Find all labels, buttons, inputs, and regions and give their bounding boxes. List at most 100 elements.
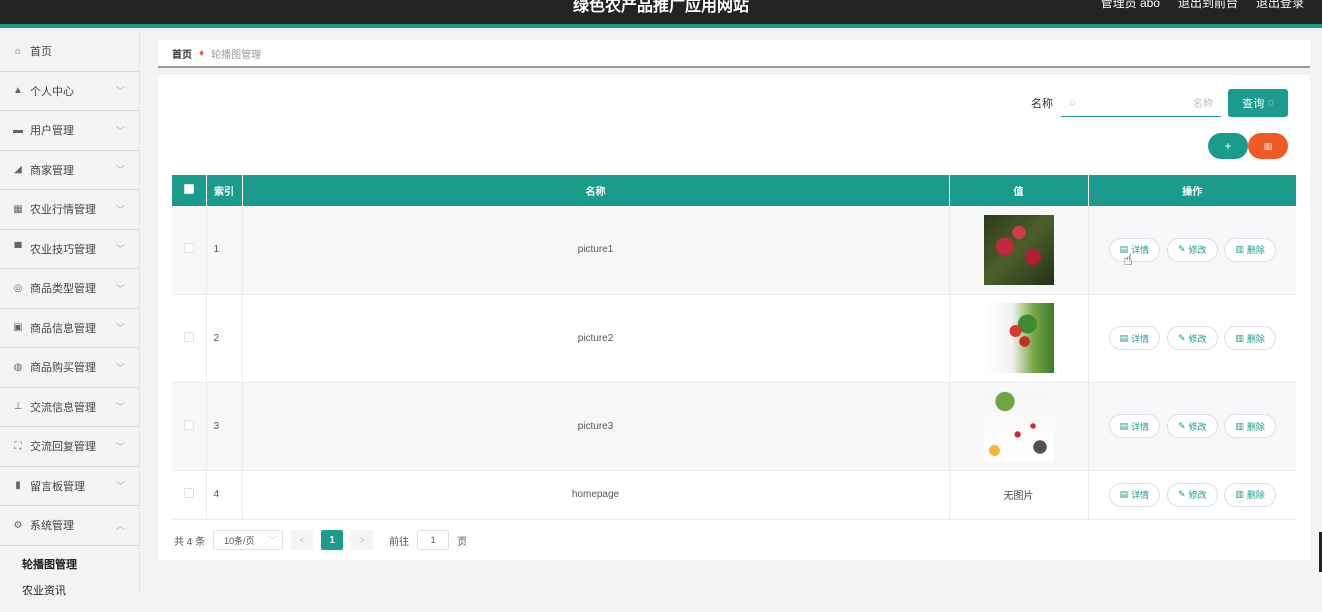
detail-button[interactable]: ▤ 详情	[1108, 482, 1161, 507]
main-content: 首页 ♦ 轮播图管理 名称 ○ 名称 查询 ◌ + ▥ 索引 名称 值 操作 1…	[158, 40, 1310, 560]
breadcrumb-current: 轮播图管理	[211, 49, 262, 61]
delete-button[interactable]: ▥ 删除	[1224, 482, 1276, 507]
breadcrumb: 首页 ♦ 轮播图管理	[158, 40, 1310, 68]
sidebar-item-exchange-info[interactable]: ⊥ 交流信息管理 ﹀	[0, 388, 139, 427]
search-input[interactable]: ○ 名称	[1061, 89, 1221, 117]
chevron-down-icon: ﹀	[115, 204, 125, 215]
edit-button[interactable]: ✎ 修改	[1166, 326, 1218, 350]
row-name: homepage	[242, 470, 950, 520]
trash-icon: ▥	[1263, 140, 1273, 151]
add-button[interactable]: +	[1208, 133, 1248, 159]
chevron-down-icon: ﹀	[115, 125, 125, 136]
raspberry-image	[983, 214, 1054, 285]
sidebar-item-purchases[interactable]: ◍ 商品购买管理 ﹀	[0, 348, 139, 388]
col-value: 值	[949, 175, 1089, 206]
col-index: 索引	[206, 175, 243, 206]
plus-icon: +	[1224, 139, 1232, 153]
logout-link[interactable]: 退出登录	[1256, 0, 1304, 11]
document-icon: ▤	[1119, 332, 1129, 343]
search-label: 名称	[1031, 98, 1053, 110]
sidebar-item-product-types[interactable]: ◎ 商品类型管理 ﹀	[0, 269, 139, 309]
edit-button[interactable]: ✎ 修改	[1166, 482, 1218, 507]
sidebar-item-label: 商品信息管理	[30, 322, 96, 335]
chevron-down-icon: ﹀	[115, 244, 125, 255]
page-size-select[interactable]: 10条/页 ﹀	[213, 530, 284, 550]
table-header-row: 索引 名称 值 操作	[172, 175, 1296, 206]
document-icon: ▤	[1119, 420, 1129, 431]
table-row: 4 homepage 无图片 ▤ 详情 ✎ 修改 ▥ 删除	[172, 470, 1296, 520]
monitor-icon: ▀	[14, 243, 22, 255]
row-checkbox[interactable]	[183, 243, 194, 254]
row-checkbox[interactable]	[183, 419, 194, 430]
sidebar-item-exchange-replies[interactable]: ⛶ 交流回复管理 ﹀	[0, 427, 139, 467]
content-panel: 名称 ○ 名称 查询 ◌ + ▥ 索引 名称 值 操作 1 picture1 ▤…	[158, 75, 1310, 560]
stamp-icon: ⊥	[13, 401, 23, 413]
search-button[interactable]: 查询 ◌	[1228, 89, 1288, 117]
trash-icon: ▥	[1235, 244, 1244, 255]
sidebar-item-label: 个人中心	[30, 85, 74, 98]
breadcrumb-home[interactable]: 首页	[172, 46, 192, 61]
chevron-down-icon: ﹀	[115, 165, 125, 176]
edit-button[interactable]: ✎ 修改	[1166, 237, 1218, 262]
detail-button[interactable]: ▤ 详情	[1108, 237, 1161, 262]
sidebar-item-users[interactable]: ▬ 用户管理 ﹀	[0, 111, 139, 151]
sidebar-subitem-news[interactable]: 农业资讯	[0, 582, 139, 612]
home-icon: ⌂	[14, 45, 22, 57]
detail-button[interactable]: ▤ 详情	[1108, 414, 1161, 438]
document-icon: ▤	[1119, 489, 1129, 499]
sidebar-item-label: 商品类型管理	[30, 283, 96, 296]
delete-button[interactable]: ▥ 删除	[1224, 237, 1276, 262]
detail-button[interactable]: ▤ 详情	[1108, 326, 1161, 350]
search-icon: ○	[1069, 96, 1076, 109]
grid-icon: ▦	[13, 203, 23, 215]
row-index: 2	[206, 294, 243, 383]
goto-page-input[interactable]: 1	[417, 530, 450, 550]
sidebar-item-label: 交流回复管理	[30, 441, 96, 454]
delete-button[interactable]: ▥ 删除	[1224, 414, 1276, 438]
sidebar-item-farming-tips[interactable]: ▀ 农业技巧管理 ﹀	[0, 230, 139, 269]
delete-button[interactable]: ▥ 删除	[1224, 326, 1276, 350]
edit-button[interactable]: ✎ 修改	[1166, 414, 1218, 438]
page-number-button[interactable]: 1	[321, 530, 344, 550]
search-placeholder: 名称	[1193, 99, 1213, 110]
sidebar-item-market-info[interactable]: ▦ 农业行情管理 ﹀	[0, 190, 139, 230]
sidebar-subitem-carousel[interactable]: 轮播图管理	[0, 546, 139, 582]
sidebar-item-message-board[interactable]: ▮ 留言板管理 ﹀	[0, 467, 139, 506]
pagination: 共 4 条 10条/页 ﹀ < 1 > 前往 1 页	[174, 530, 467, 550]
trash-icon: ▥	[1235, 489, 1244, 499]
chevron-down-icon: ﹀	[115, 283, 125, 294]
sidebar-item-product-info[interactable]: ▣ 商品信息管理 ﹀	[0, 309, 139, 348]
chevron-right-icon: >	[359, 535, 365, 545]
next-page-button[interactable]: >	[351, 530, 374, 550]
sidebar-item-home[interactable]: ⌂ 首页	[0, 32, 139, 72]
user-box: 管理员 abo 退出到前台 退出登录	[1101, 0, 1304, 11]
batch-delete-button[interactable]: ▥	[1248, 133, 1288, 159]
search-button-label: 查询	[1242, 98, 1265, 110]
sidebar-item-label: 留言板管理	[30, 480, 85, 493]
total-count: 共 4 条	[174, 536, 206, 548]
sidebar-item-label: 用户管理	[30, 125, 74, 138]
sidebar-item-personal-center[interactable]: ▲ 个人中心 ﹀	[0, 72, 139, 111]
select-all-checkbox[interactable]	[183, 184, 194, 194]
prev-page-button[interactable]: <	[291, 530, 314, 550]
sidebar: ⌂ 首页 ▲ 个人中心 ﹀ ▬ 用户管理 ﹀ ◢ 商家管理 ﹀ ▦ 农业行情管理…	[0, 32, 140, 597]
sidebar-item-system[interactable]: ⚙ 系统管理 ︿	[0, 506, 139, 546]
chevron-down-icon: ﹀	[115, 323, 125, 334]
row-index: 3	[206, 382, 243, 471]
pencil-icon: ✎	[1177, 332, 1186, 343]
select-all-cell[interactable]	[172, 175, 207, 206]
back-to-front-link[interactable]: 退出到前台	[1178, 0, 1238, 11]
row-checkbox[interactable]	[183, 488, 194, 498]
chevron-down-icon: ﹀	[268, 535, 277, 545]
row-index: 4	[206, 470, 243, 520]
row-checkbox[interactable]	[183, 331, 194, 342]
sidebar-item-merchants[interactable]: ◢ 商家管理 ﹀	[0, 151, 139, 190]
pencil-icon: ✎	[1177, 420, 1186, 431]
pencil-icon: ✎	[1177, 244, 1186, 255]
person-icon: ▲	[13, 85, 23, 97]
flame-icon: ♦	[199, 47, 205, 59]
pencil-icon: ✎	[1177, 489, 1186, 499]
sidebar-item-label: 农业技巧管理	[30, 243, 96, 256]
search-icon: ◌	[1267, 97, 1274, 109]
top-bar: 绿色农产品推广应用网站 管理员 abo 退出到前台 退出登录	[0, 0, 1322, 28]
